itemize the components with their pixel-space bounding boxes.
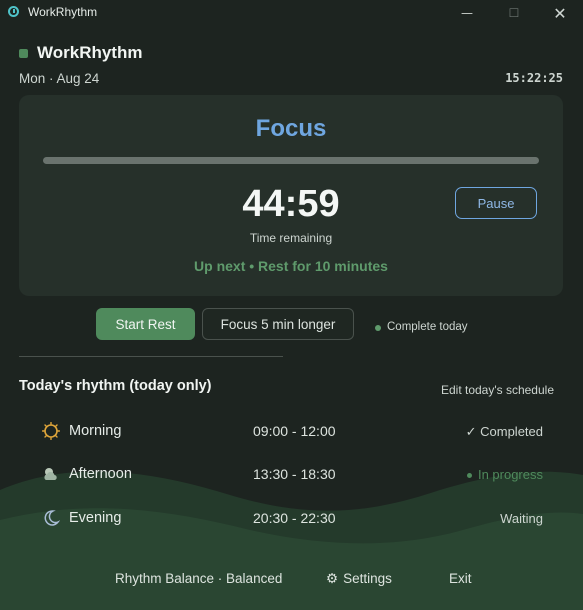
schedule-row-morning[interactable]: Morning 09:00 - 12:00 ✓ Completed (0, 417, 583, 447)
pause-button[interactable]: Pause (455, 187, 537, 219)
schedule-row-evening[interactable]: Evening 20:30 - 22:30 Waiting (0, 504, 583, 534)
app-heading: WorkRhythm (37, 43, 143, 62)
period-status: In progress (466, 467, 543, 482)
cloud-sun-icon (44, 468, 57, 480)
period-time: 20:30 - 22:30 (253, 510, 336, 526)
complete-today-indicator (375, 325, 381, 331)
period-name: Morning (69, 423, 122, 439)
period-name: Afternoon (69, 466, 132, 482)
in-progress-dot (466, 473, 472, 479)
current-date: Mon · Aug 24 (19, 71, 100, 86)
session-mode: Focus (255, 115, 327, 142)
period-time: 09:00 - 12:00 (253, 423, 336, 439)
session-progress-fill (43, 157, 539, 164)
section-divider (19, 356, 283, 357)
maximize-button[interactable]: ☐ (491, 0, 537, 26)
settings-label: Settings (343, 571, 392, 586)
schedule-row-afternoon[interactable]: Afternoon 13:30 - 18:30 In progress (0, 460, 583, 490)
edit-schedule-link[interactable]: Edit today's schedule (441, 383, 554, 397)
moon-icon (44, 510, 60, 526)
title-bar: WorkRhythm — ☐ ✕ (0, 0, 583, 26)
period-status: Waiting (500, 511, 543, 526)
up-next-label: Up next • Rest for 10 minutes (194, 258, 388, 274)
brand-mark (19, 49, 28, 58)
complete-today-link[interactable]: Complete today (387, 321, 468, 333)
gear-icon: ⚙ (326, 571, 339, 587)
close-button[interactable]: ✕ (537, 0, 583, 26)
start-rest-button[interactable]: Start Rest (96, 308, 195, 340)
period-status-label: In progress (477, 467, 543, 482)
session-progress-bar (43, 157, 539, 164)
minimize-button[interactable]: — (444, 0, 490, 26)
app-clock-icon (8, 6, 19, 17)
schedule-title: Today's rhythm (today only) (19, 378, 212, 394)
period-name: Evening (69, 510, 122, 526)
window-title: WorkRhythm (28, 5, 98, 19)
sun-icon (42, 422, 60, 440)
timer-caption: Time remaining (249, 231, 333, 245)
settings-button[interactable]: ⚙ Settings (326, 571, 392, 587)
period-time: 13:30 - 18:30 (253, 466, 336, 482)
exit-button[interactable]: Exit (449, 571, 472, 586)
current-time: 15:22:25 (505, 71, 563, 85)
period-status: ✓ Completed (465, 424, 543, 439)
focus-card: Focus 44:59 Time remaining Up next • Res… (19, 95, 563, 296)
rhythm-balance-status[interactable]: Rhythm Balance · Balanced (115, 571, 282, 586)
extend-focus-button[interactable]: Focus 5 min longer (202, 308, 354, 340)
